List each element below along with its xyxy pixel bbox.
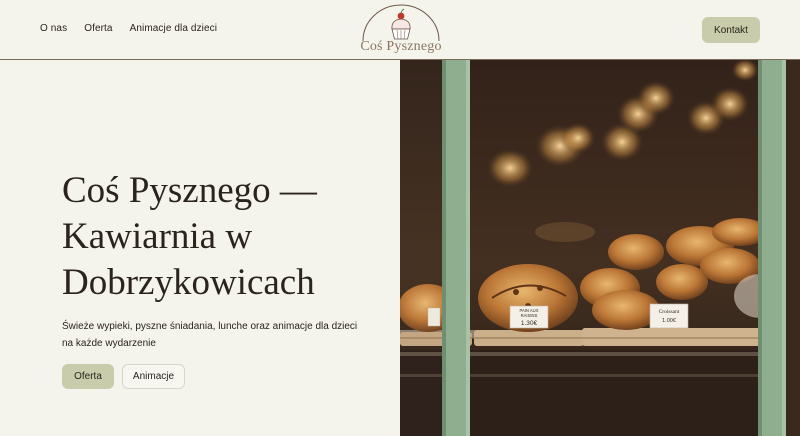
animations-button[interactable]: Animacje xyxy=(122,364,185,389)
hero-subtitle-line-2: na każde wydarzenie xyxy=(62,338,156,349)
bakery-window-illustration: PAIN AUX RAISINS 1.30€ Croissant 1.00€ xyxy=(400,60,800,436)
main-nav: O nas Oferta Animacje dla dzieci xyxy=(40,23,217,34)
site-header: O nas Oferta Animacje dla dzieci Coś Pys… xyxy=(0,0,800,60)
hero-subtitle: Świeże wypieki, pyszne śniadania, lunche… xyxy=(62,318,362,352)
offer-button[interactable]: Oferta xyxy=(62,364,114,389)
hero-subtitle-line-1: Świeże wypieki, pyszne śniadania, lunche… xyxy=(62,321,358,332)
hero-title-line-3: Dobrzykowicach xyxy=(62,262,315,303)
hero-title: Coś Pysznego — Kawiarnia w Dobrzykowicac… xyxy=(62,168,382,306)
hero-title-line-1: Coś Pysznego — xyxy=(62,170,317,211)
hero-title-line-2: Kawiarnia w xyxy=(62,216,253,257)
nav-link-kids-animations[interactable]: Animacje dla dzieci xyxy=(130,23,218,34)
contact-button[interactable]: Kontakt xyxy=(702,17,760,43)
logo-text: Coś Pysznego xyxy=(360,39,442,54)
nav-link-offer[interactable]: Oferta xyxy=(84,23,112,34)
nav-link-about[interactable]: O nas xyxy=(40,23,67,34)
bakery-window-photo: PAIN AUX RAISINS 1.30€ Croissant 1.00€ xyxy=(400,60,800,436)
cupcake-logo-icon xyxy=(362,4,440,42)
site-logo[interactable]: Coś Pysznego xyxy=(360,3,442,57)
